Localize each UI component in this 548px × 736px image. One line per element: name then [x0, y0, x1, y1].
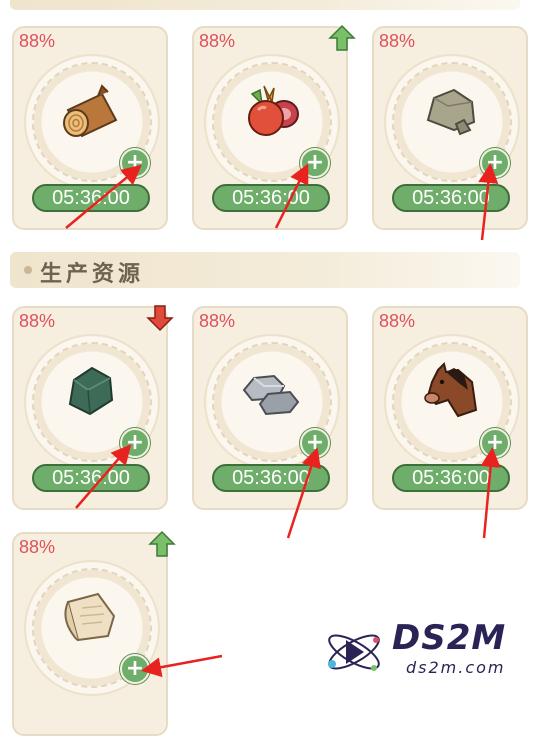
- timer-label: 05:36:00: [392, 464, 510, 492]
- arrow-up-icon: [328, 24, 356, 51]
- timer-label: 05:36:00: [32, 184, 150, 212]
- percent-label: 88%: [379, 311, 416, 331]
- section-header: 生产资源: [10, 252, 520, 288]
- resource-card-stone[interactable]: 88% + 05:36:00: [372, 26, 528, 230]
- timer-label: 05:36:00: [212, 184, 330, 212]
- watermark-url: ds2m.com: [406, 658, 506, 677]
- percent-label: 88%: [379, 31, 416, 51]
- section-bullet: [24, 266, 32, 274]
- stone-icon: [426, 88, 476, 136]
- watermark: DS2M ds2m.com: [308, 618, 548, 686]
- section-header-top: [10, 0, 520, 10]
- parchment-icon: [64, 592, 116, 642]
- resource-card-parchment[interactable]: 88% +: [12, 532, 168, 736]
- timer-label: 05:36:00: [32, 464, 150, 492]
- wood-log-icon: [63, 84, 118, 138]
- add-button[interactable]: +: [120, 654, 150, 684]
- section-title: 生产资源: [40, 262, 145, 287]
- percent-label: 88%: [199, 31, 236, 51]
- resource-card-grey-rock[interactable]: 88% + 05:36:00: [192, 306, 348, 510]
- watermark-brand: DS2M: [392, 618, 507, 658]
- grey-rock-icon: [242, 374, 300, 416]
- percent-label: 88%: [199, 311, 236, 331]
- watermark-logo-icon: [328, 634, 380, 671]
- timer-label: 05:36:00: [212, 464, 330, 492]
- percent-label: 88%: [19, 311, 56, 331]
- add-button[interactable]: +: [480, 428, 510, 458]
- percent-label: 88%: [19, 537, 56, 557]
- add-button[interactable]: +: [120, 428, 150, 458]
- resource-card-horse[interactable]: 88% + 05:36:00: [372, 306, 528, 510]
- green-ore-icon: [68, 366, 114, 416]
- horse-icon: [424, 362, 478, 418]
- resource-card-wood[interactable]: 88% + 05:36:00: [12, 26, 168, 230]
- add-button[interactable]: +: [300, 148, 330, 178]
- add-button[interactable]: +: [120, 148, 150, 178]
- arrow-up-icon: [148, 530, 176, 557]
- resource-card-green-ore[interactable]: 88% + 05:36:00: [12, 306, 168, 510]
- percent-label: 88%: [19, 31, 56, 51]
- add-button[interactable]: +: [300, 428, 330, 458]
- add-button[interactable]: +: [480, 148, 510, 178]
- fruit-meat-icon: [248, 85, 299, 136]
- arrow-down-icon: [146, 305, 174, 332]
- resource-card-fruit-meat[interactable]: 88% + 05:36:00: [192, 26, 348, 230]
- timer-label: 05:36:00: [392, 184, 510, 212]
